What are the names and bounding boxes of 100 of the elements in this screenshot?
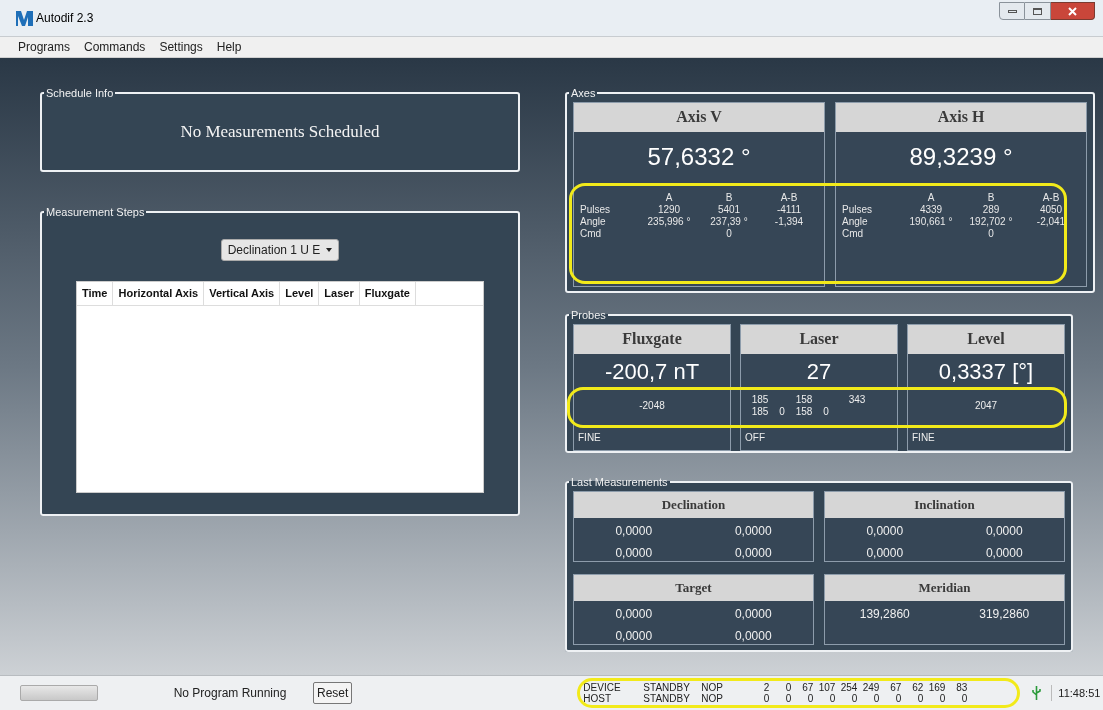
link-state: STANDBY [643,682,691,693]
clock-time: 11:48:51 [1051,684,1101,702]
value-text: -2048 [639,399,665,412]
card-title: Laser [741,324,897,354]
value-text: 235,996 ° [646,215,692,228]
program-status: No Program Running [172,685,288,702]
value-text: 5401 [716,203,742,216]
value-text: 0 [725,227,733,240]
value-text: 0,0000 [734,544,772,562]
value-text: 1290 [656,203,682,216]
value-text: 249 [861,682,880,693]
value-text: 190,661 ° [908,215,954,228]
value-text: 0 [778,405,786,418]
card-title: Target [574,574,813,601]
link-label: DEVICE [583,682,622,693]
probe-value: 0,3337 [°] [937,357,1035,386]
probe-mode: FINE [577,430,602,445]
menu-item[interactable]: Commands [81,38,149,56]
value-text: 0,0000 [615,544,653,562]
schedule-message: No Measurements Scheduled [180,120,380,143]
row-label: Angle [842,215,869,228]
card-title: Fluxgate [574,324,730,354]
group-label: Schedule Info [45,86,115,101]
link-op: NOP [701,693,725,704]
menu-item[interactable]: Help [213,38,245,56]
probe-value: 27 [805,357,833,386]
group-label: Last Measurements [570,475,669,490]
value-text: -1,394 [773,215,805,228]
value-text: 0,0000 [734,522,772,540]
menu-item[interactable]: Settings [156,38,206,56]
axis-angle: 57,6332 ° [646,141,752,172]
value-text: -2,041 [1035,215,1067,228]
link-label: HOST [583,693,613,704]
window-title: Autodif 2.3 [36,10,94,27]
group-label: Probes [570,308,607,323]
value-text: 2047 [974,399,998,412]
close-icon [1068,6,1077,16]
value-text: 0 [872,693,880,704]
column-header: B [724,191,734,204]
value-text: 289 [981,203,1001,216]
value-text: 192,702 ° [968,215,1014,228]
value-text: 2 [762,682,770,693]
value-text: 254 [839,682,858,693]
column-header: A-B [1041,191,1061,204]
column-header[interactable]: Fluxgate [359,281,416,305]
value-text: 319,2860 [979,605,1030,623]
value-text: 0,0000 [615,627,653,645]
column-header[interactable]: Horizontal Axis [113,281,205,305]
link-state: STANDBY [643,693,691,704]
value-text: 0 [916,693,924,704]
value-text: 83 [955,682,968,693]
card-title: Axis V [574,102,824,132]
value-text: 158 [794,405,814,418]
column-header[interactable]: Laser [319,281,360,305]
value-text: 0,0000 [866,522,904,540]
column-header[interactable]: Vertical Axis [204,281,281,305]
step-dropdown[interactable]: Declination 1 U E [220,238,340,261]
column-header[interactable]: Level [280,281,320,305]
column-header: B [986,191,996,204]
caret-icon [326,247,333,252]
value-text: 185 [750,393,770,406]
value-text: 107 [817,682,836,693]
value-text: 139,2860 [859,605,910,623]
group-label: Measurement Steps [45,205,146,220]
probe-mode: FINE [911,430,936,445]
value-text: 0 [806,693,814,704]
value-text: 0 [828,693,836,704]
value-text: 0 [894,693,902,704]
close-button[interactable] [1051,2,1095,20]
value-text: 0 [987,227,995,240]
value-text: 67 [801,682,814,693]
value-text: 0 [762,693,770,704]
value-text: 4050 [1038,203,1064,216]
row-label: Cmd [842,227,865,240]
card-title: Inclination [825,491,1064,518]
axis-angle: 89,3239 ° [908,141,1014,172]
app-logo-icon [16,10,33,26]
value-text: 0 [784,682,792,693]
value-text: 237,39 ° [709,215,749,228]
reset-button[interactable]: Reset [313,682,353,704]
maximize-button[interactable] [1025,2,1051,20]
row-label: Angle [580,215,607,228]
card-title: Axis H [836,102,1086,132]
row-label: Pulses [580,203,611,216]
probe-mode: OFF [744,430,766,445]
card-title: Meridian [825,574,1064,601]
value-text: 4339 [918,203,944,216]
menu-item[interactable]: Programs [15,38,73,56]
value-text: 67 [889,682,902,693]
card-title: Declination [574,491,813,518]
minimize-button[interactable] [999,2,1025,20]
link-op: NOP [701,682,725,693]
value-text: 343 [847,393,867,406]
column-header[interactable]: Time [77,281,114,305]
value-text: 62 [911,682,924,693]
column-header: A [926,191,936,204]
row-label: Cmd [580,227,603,240]
value-text: 158 [794,393,814,406]
probe-value: -200,7 nT [603,357,701,386]
value-text: 0,0000 [985,544,1023,562]
